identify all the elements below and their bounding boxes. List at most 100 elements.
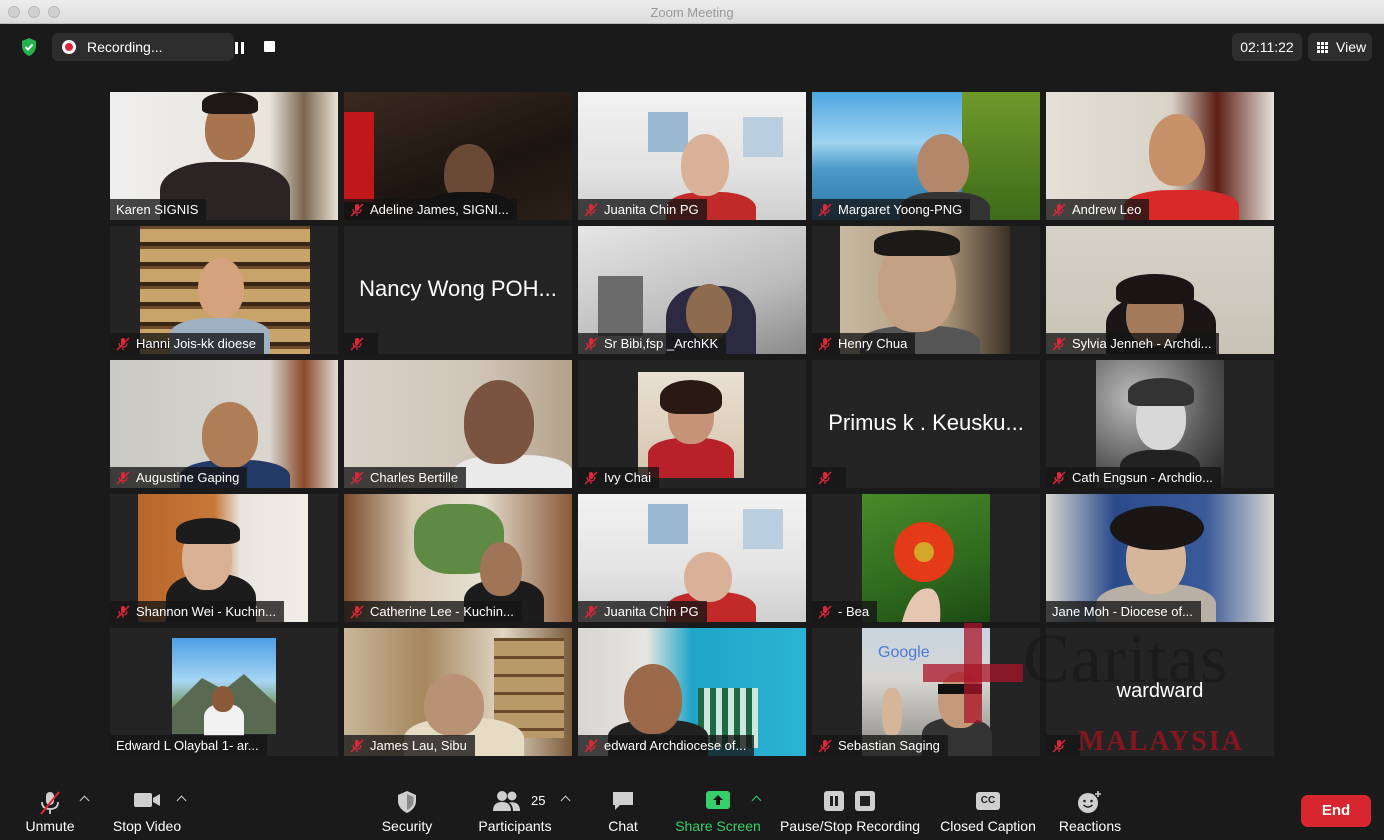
video-tile[interactable]: Adeline James, SIGNI...	[344, 92, 572, 220]
meeting-timer: 02:11:22	[1232, 33, 1302, 61]
muted-mic-icon	[1052, 471, 1066, 484]
participant-name: Henry Chua	[812, 333, 916, 354]
reaction-smiley-icon	[1077, 790, 1103, 817]
muted-mic-icon	[584, 605, 598, 618]
participant-name: - Bea	[812, 601, 878, 622]
video-tile[interactable]: Augustine Gaping	[110, 360, 338, 488]
video-tile[interactable]: Henry Chua	[812, 226, 1040, 354]
share-screen-button[interactable]: Share Screen	[674, 782, 762, 840]
audio-options-chevron-icon[interactable]	[79, 795, 90, 806]
chat-bubble-icon	[611, 790, 635, 815]
video-camera-icon	[133, 790, 161, 813]
video-tile[interactable]: edward Archdiocese of...	[578, 628, 806, 756]
participant-name: Catherine Lee - Kuchin...	[344, 601, 522, 622]
unmute-button[interactable]: Unmute	[20, 782, 80, 840]
muted-mic-icon	[350, 605, 364, 618]
muted-mic-icon	[584, 337, 598, 350]
security-label: Security	[381, 818, 433, 834]
pause-stop-recording-icon	[823, 790, 877, 815]
pause-stop-recording-button[interactable]: Pause/Stop Recording	[776, 782, 924, 840]
video-tile[interactable]: wardward	[1046, 628, 1274, 756]
participant-name: Hanni Jois-kk dioese	[110, 333, 264, 354]
video-tile[interactable]: Karen SIGNIS	[110, 92, 338, 220]
participants-chevron-icon[interactable]	[560, 795, 571, 806]
video-tile[interactable]: Primus k . Keusku...	[812, 360, 1040, 488]
video-tile[interactable]: Juanita Chin PG	[578, 92, 806, 220]
participant-name: Margaret Yoong-PNG	[812, 199, 971, 220]
participant-display-name: Nancy Wong POH...	[359, 276, 557, 301]
participant-name: Juanita Chin PG	[578, 199, 707, 220]
stop-recording-icon[interactable]	[264, 41, 275, 52]
participants-icon	[492, 790, 522, 815]
pause-recording-icon[interactable]	[234, 41, 245, 59]
participant-name: Karen SIGNIS	[110, 199, 207, 220]
muted-mic-icon	[818, 605, 832, 618]
chat-label: Chat	[608, 818, 638, 834]
participant-name: James Lau, Sibu	[344, 735, 475, 756]
participant-name: Sr Bibi,fsp _ArchKK	[578, 333, 727, 354]
participant-name: Juanita Chin PG	[578, 601, 707, 622]
video-tile[interactable]: Hanni Jois-kk dioese	[110, 226, 338, 354]
video-tile[interactable]: Juanita Chin PG	[578, 494, 806, 622]
video-tile[interactable]: Ivy Chai	[578, 360, 806, 488]
muted-mic-icon	[818, 337, 832, 350]
muted-mic-icon	[116, 471, 130, 484]
video-tile[interactable]: Catherine Lee - Kuchin...	[344, 494, 572, 622]
participants-button[interactable]: 25 Participants	[474, 782, 556, 840]
title-bar: Zoom Meeting	[0, 0, 1384, 24]
participant-name: Sylvia Jenneh - Archdi...	[1046, 333, 1220, 354]
reactions-button[interactable]: Reactions	[1054, 782, 1126, 840]
video-tile[interactable]: Margaret Yoong-PNG	[812, 92, 1040, 220]
reactions-label: Reactions	[1058, 818, 1122, 834]
video-tile[interactable]: Shannon Wei - Kuchin...	[110, 494, 338, 622]
video-tile[interactable]: - Bea	[812, 494, 1040, 622]
participant-display-name: wardward	[1116, 680, 1204, 702]
share-screen-arrow-icon	[705, 790, 731, 813]
pause-stop-recording-label: Pause/Stop Recording	[779, 818, 921, 834]
muted-mic-icon	[116, 605, 130, 618]
video-tile[interactable]: Andrew Leo	[1046, 92, 1274, 220]
meeting-toolbar: Unmute Stop Video Security 25 Participan…	[0, 782, 1384, 840]
video-tile[interactable]: Cath Engsun - Archdio...	[1046, 360, 1274, 488]
video-tile[interactable]: Charles Bertille	[344, 360, 572, 488]
stop-video-label: Stop Video	[112, 818, 182, 834]
participant-name: Shannon Wei - Kuchin...	[110, 601, 284, 622]
share-screen-label: Share Screen	[675, 818, 761, 834]
video-tile[interactable]: James Lau, Sibu	[344, 628, 572, 756]
muted-mic-icon	[38, 790, 62, 819]
grid-view-icon	[1317, 42, 1328, 53]
security-button[interactable]: Security	[378, 782, 436, 840]
end-meeting-button[interactable]: End	[1301, 795, 1371, 827]
zoom-window: Zoom Meeting Recording... 02:11:22 View …	[0, 0, 1384, 840]
gallery-view: Karen SIGNIS Adeline James, SIGNI... Jua…	[110, 92, 1274, 758]
stop-video-button[interactable]: Stop Video	[108, 782, 186, 840]
google-sign: Google	[878, 644, 930, 661]
chat-button[interactable]: Chat	[602, 782, 644, 840]
participant-name: Andrew Leo	[1046, 199, 1150, 220]
video-tile[interactable]: Nancy Wong POH...	[344, 226, 572, 354]
participant-video	[172, 638, 276, 736]
video-tile[interactable]: Google Sebastian Saging	[812, 628, 1040, 756]
muted-mic-icon	[350, 471, 364, 484]
participant-name: Adeline James, SIGNI...	[344, 199, 517, 220]
participant-name: Sebastian Saging	[812, 735, 948, 756]
muted-mic-icon	[350, 203, 364, 216]
video-tile[interactable]: Jane Moh - Diocese of...	[1046, 494, 1274, 622]
muted-mic-icon	[1052, 739, 1066, 752]
video-tile[interactable]: Sylvia Jenneh - Archdi...	[1046, 226, 1274, 354]
encryption-shield-icon[interactable]	[16, 36, 42, 58]
participant-video	[638, 372, 744, 478]
closed-caption-button[interactable]: CC Closed Caption	[936, 782, 1040, 840]
recording-dot-icon	[62, 40, 76, 54]
muted-mic-icon	[584, 739, 598, 752]
muted-mic-icon	[818, 739, 832, 752]
participant-name	[812, 467, 846, 488]
video-tile[interactable]: Sr Bibi,fsp _ArchKK	[578, 226, 806, 354]
view-button[interactable]: View	[1308, 33, 1372, 61]
participant-name: Charles Bertille	[344, 467, 467, 488]
window-title: Zoom Meeting	[650, 5, 734, 20]
closed-caption-icon: CC	[976, 790, 1000, 810]
participant-video	[862, 494, 990, 622]
recording-label: Recording...	[87, 39, 163, 55]
video-tile[interactable]: Edward L Olaybal 1- ar...	[110, 628, 338, 756]
